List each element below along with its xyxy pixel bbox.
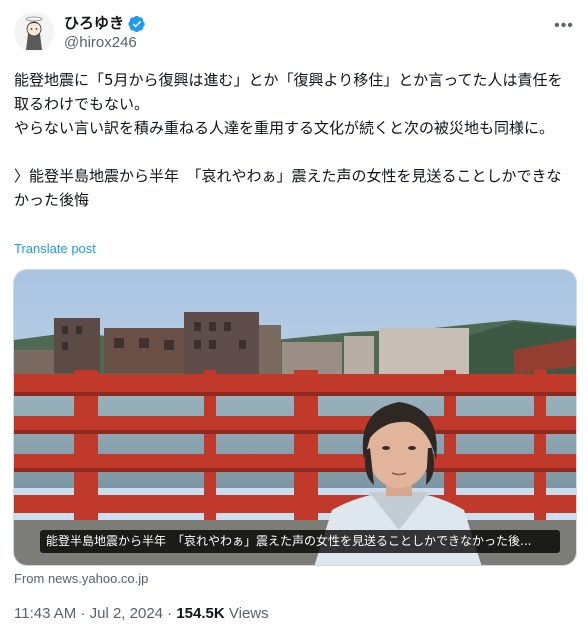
link-card-media[interactable]: 能登半島地震から半年 「哀れやわぁ」震えた声の女性を見送ることしかできなかった後… xyxy=(13,269,577,566)
views-count: 154.5K xyxy=(176,605,225,622)
author-names: ひろゆき @hirox246 xyxy=(64,14,146,53)
translate-post-link[interactable]: Translate post xyxy=(14,241,96,256)
tweet-meta: 11:43 AM · Jul 2, 2024 · 154.5K Views xyxy=(14,605,269,622)
news-photo xyxy=(14,270,576,565)
author-handle[interactable]: @hirox246 xyxy=(64,33,146,53)
meta-separator-2: · xyxy=(163,605,177,622)
avatar-illustration xyxy=(14,12,54,52)
link-source[interactable]: From news.yahoo.co.jp xyxy=(14,571,148,586)
meta-separator: · xyxy=(76,605,90,622)
author-display-name-row[interactable]: ひろゆき xyxy=(64,14,146,33)
media-caption: 能登半島地震から半年 「哀れやわぁ」震えた声の女性を見送ることしかできなかった後… xyxy=(40,530,560,553)
tweet-header: ひろゆき @hirox246 ••• xyxy=(14,12,574,58)
tweet-text: 能登地震に「5月から復興は進む」とか「復興より移住」とか言ってた人は責任を取るわ… xyxy=(14,71,563,209)
post-date[interactable]: Jul 2, 2024 xyxy=(90,605,163,622)
avatar[interactable] xyxy=(14,12,54,52)
post-time[interactable]: 11:43 AM xyxy=(14,605,76,622)
views-label: Views xyxy=(224,605,269,622)
author-display-name[interactable]: ひろゆき xyxy=(64,14,124,33)
verified-badge-icon[interactable] xyxy=(128,15,146,33)
more-options-icon[interactable]: ••• xyxy=(554,16,574,36)
